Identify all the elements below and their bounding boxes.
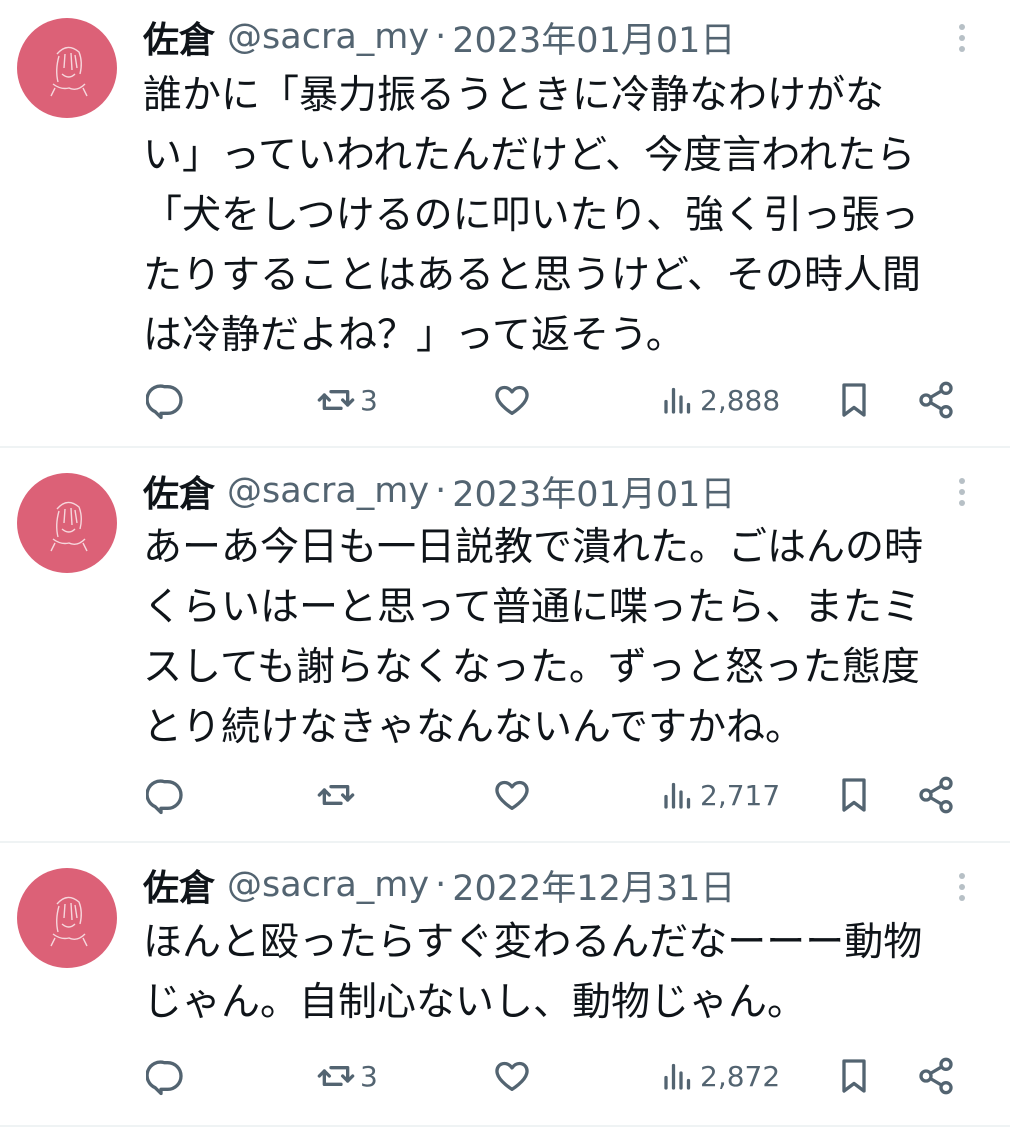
tweet-actions: 2,717	[0, 770, 1010, 820]
retweet-button[interactable]: 3	[316, 375, 378, 425]
reply-button[interactable]	[146, 1051, 186, 1101]
views-icon	[664, 782, 691, 809]
bookmark-button[interactable]	[834, 1051, 874, 1101]
views-button[interactable]: 2,717	[660, 770, 780, 820]
retweet-icon	[317, 1066, 355, 1086]
tweet-date[interactable]: 2022年12月31日	[452, 860, 735, 911]
user-handle[interactable]: @sacra_my	[227, 865, 429, 905]
like-button[interactable]	[492, 375, 536, 425]
tweet-text: あーあ今日も一日説教で潰れた。ごはんの時 くらいはーと思って普通に喋ったら、また…	[143, 518, 993, 758]
display-name[interactable]: 佐倉	[143, 859, 215, 911]
tweet-date[interactable]: 2023年01月01日	[452, 12, 735, 63]
tweet-text-line: 誰かに「暴力振るうときに冷静なわけがな	[143, 73, 885, 118]
avatar-sketch-icon	[50, 896, 88, 947]
tweet-text-line: くらいはーと思って普通に喋ったら、またミ	[143, 585, 922, 630]
views-count: 2,717	[700, 778, 781, 812]
heart-icon	[495, 1061, 529, 1091]
reply-icon	[146, 384, 183, 420]
retweet-count: 3	[360, 383, 378, 417]
avatar[interactable]	[17, 473, 117, 573]
tweet-text: 誰かに「暴力振るうときに冷静なわけがな い」っていわれたんだけど、今度言われたら…	[143, 66, 993, 366]
bookmark-icon	[842, 383, 866, 417]
views-count: 2,888	[700, 383, 781, 417]
avatar-sketch-icon	[50, 501, 88, 552]
retweet-button[interactable]	[316, 770, 360, 820]
user-handle[interactable]: @sacra_my	[227, 471, 429, 511]
bookmark-icon	[842, 1059, 866, 1093]
tweet-text-line: 「犬をしつけるのに叩いたり、強く引っ張っ	[143, 193, 920, 238]
bookmark-button[interactable]	[834, 375, 874, 425]
separator: ·	[435, 471, 447, 511]
like-button[interactable]	[492, 770, 536, 820]
tweet-text-line: たりすることはあると思うけど、その時人間	[143, 253, 922, 298]
views-button[interactable]: 2,888	[660, 375, 780, 425]
display-name[interactable]: 佐倉	[143, 465, 215, 517]
retweet-count: 3	[360, 1059, 378, 1093]
retweet-icon	[317, 390, 355, 410]
share-button[interactable]	[916, 770, 956, 820]
views-count: 2,872	[700, 1059, 781, 1093]
avatar-sketch-icon	[50, 46, 88, 97]
tweet-header: 佐倉 @sacra_my · 2023年01月01日	[143, 12, 735, 62]
avatar[interactable]	[17, 18, 117, 118]
heart-icon	[495, 780, 529, 810]
share-icon	[919, 1057, 953, 1095]
tweet-text: ほんと殴ったらすぐ変わるんだなーーー動物 じゃん。自制心ないし、動物じゃん。	[143, 913, 993, 1033]
tweet-actions: 3 2,872	[0, 1051, 1010, 1101]
share-icon	[919, 776, 953, 814]
tweet-actions: 3 2,888	[0, 375, 1010, 425]
tweet-text-line: とり続けなきゃなんないんですかね。	[143, 705, 805, 750]
tweet-text-line: い」っていわれたんだけど、今度言われたら	[143, 133, 916, 178]
like-button[interactable]	[492, 1051, 536, 1101]
reply-button[interactable]	[146, 375, 186, 425]
more-vertical-icon[interactable]	[947, 13, 977, 63]
more-vertical-icon[interactable]	[947, 467, 977, 517]
share-button[interactable]	[916, 375, 956, 425]
reply-icon	[146, 779, 183, 815]
tweet-date[interactable]: 2023年01月01日	[452, 466, 735, 517]
tweet-text-line: じゃん。自制心ないし、動物じゃん。	[143, 980, 807, 1025]
tweet-text-line: あーあ今日も一日説教で潰れた。ごはんの時	[143, 525, 924, 570]
views-icon	[664, 387, 691, 414]
more-vertical-icon[interactable]	[947, 862, 977, 912]
tweet-text-line: は冷静だよね？」って返そう。	[143, 313, 685, 358]
views-icon	[664, 1063, 691, 1090]
tweet-text-line: ほんと殴ったらすぐ変わるんだなーーー動物	[143, 920, 923, 965]
user-handle[interactable]: @sacra_my	[227, 17, 429, 57]
display-name[interactable]: 佐倉	[143, 11, 215, 63]
retweet-icon	[317, 785, 355, 805]
divider	[0, 1125, 1010, 1127]
tweet[interactable]: 佐倉 @sacra_my · 2022年12月31日 ほんと殴ったらすぐ変わるん…	[0, 843, 1010, 1136]
share-button[interactable]	[916, 1051, 956, 1101]
tweet[interactable]: 佐倉 @sacra_my · 2023年01月01日 誰かに「暴力振るうときに冷…	[0, 0, 1010, 448]
heart-icon	[495, 385, 529, 415]
tweet-text-line: スしても謝らなくなった。ずっと怒った態度	[143, 645, 920, 690]
avatar[interactable]	[17, 868, 117, 968]
separator: ·	[435, 17, 447, 57]
tweet-header: 佐倉 @sacra_my · 2022年12月31日	[143, 860, 735, 910]
bookmark-icon	[842, 778, 866, 812]
reply-icon	[146, 1060, 183, 1096]
tweet-header: 佐倉 @sacra_my · 2023年01月01日	[143, 466, 735, 516]
retweet-button[interactable]: 3	[316, 1051, 378, 1101]
share-icon	[919, 381, 953, 419]
views-button[interactable]: 2,872	[660, 1051, 780, 1101]
reply-button[interactable]	[146, 770, 186, 820]
bookmark-button[interactable]	[834, 770, 874, 820]
separator: ·	[435, 865, 447, 905]
tweet[interactable]: 佐倉 @sacra_my · 2023年01月01日 あーあ今日も一日説教で潰れ…	[0, 448, 1010, 843]
